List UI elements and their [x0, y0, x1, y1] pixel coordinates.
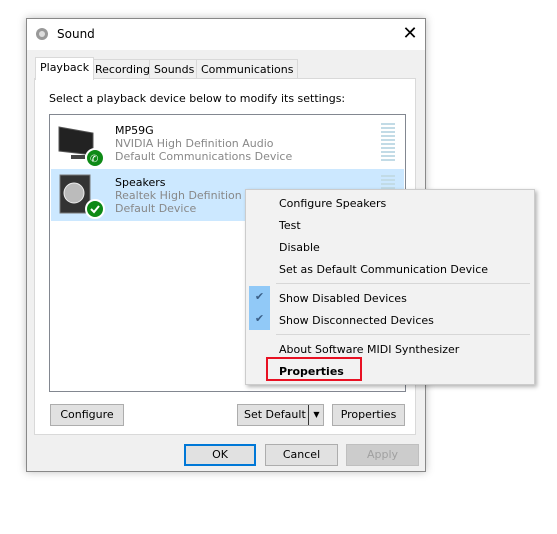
- check-icon: ✔: [249, 286, 270, 308]
- check-icon: ✔: [249, 308, 270, 330]
- properties-button[interactable]: Properties: [332, 404, 405, 426]
- device-name: Speakers: [115, 176, 166, 189]
- apply-button[interactable]: Apply: [346, 444, 419, 466]
- window-title: Sound: [57, 27, 95, 41]
- instruction-text: Select a playback device below to modify…: [49, 92, 346, 105]
- menu-item-set-default-communication[interactable]: Set as Default Communication Device: [279, 263, 488, 276]
- menu-item-about-midi[interactable]: About Software MIDI Synthesizer: [279, 343, 459, 356]
- menu-item-show-disconnected[interactable]: Show Disconnected Devices: [279, 314, 434, 327]
- menu-separator: [276, 283, 530, 284]
- menu-item-configure-speakers[interactable]: Configure Speakers: [279, 197, 386, 210]
- close-icon[interactable]: ✕: [397, 22, 423, 46]
- menu-item-show-disabled[interactable]: Show Disabled Devices: [279, 292, 407, 305]
- tab-communications[interactable]: Communications: [196, 59, 299, 79]
- device-status: Default Communications Device: [115, 150, 293, 163]
- device-name: MP59G: [115, 124, 154, 137]
- device-status: Default Device: [115, 202, 197, 215]
- set-default-button[interactable]: Set Default ▼: [237, 404, 324, 426]
- highlight-box: [266, 357, 362, 381]
- speaker-icon: [59, 174, 105, 219]
- title-bar: Sound ✕: [27, 19, 425, 50]
- device-item-mp59g[interactable]: ✆ MP59G NVIDIA High Definition Audio Def…: [51, 117, 404, 169]
- volume-meter: [381, 123, 395, 161]
- menu-separator: [276, 334, 530, 335]
- monitor-icon: ✆: [58, 126, 105, 167]
- set-default-label: Set Default: [244, 408, 306, 421]
- configure-button[interactable]: Configure: [50, 404, 124, 426]
- ok-button[interactable]: OK: [184, 444, 256, 466]
- menu-item-test[interactable]: Test: [279, 219, 301, 232]
- tab-playback[interactable]: Playback: [35, 57, 95, 80]
- menu-item-disable[interactable]: Disable: [279, 241, 320, 254]
- speaker-app-icon: [36, 28, 48, 40]
- check-badge-icon: [85, 199, 105, 219]
- cancel-button[interactable]: Cancel: [265, 444, 338, 466]
- tab-recording[interactable]: Recording: [90, 59, 156, 79]
- context-menu: Configure Speakers Test Disable Set as D…: [245, 189, 535, 385]
- device-driver: NVIDIA High Definition Audio: [115, 137, 274, 150]
- tab-sounds[interactable]: Sounds: [149, 59, 200, 79]
- dropdown-arrow-icon[interactable]: ▼: [308, 405, 324, 425]
- svg-text:✆: ✆: [90, 154, 98, 165]
